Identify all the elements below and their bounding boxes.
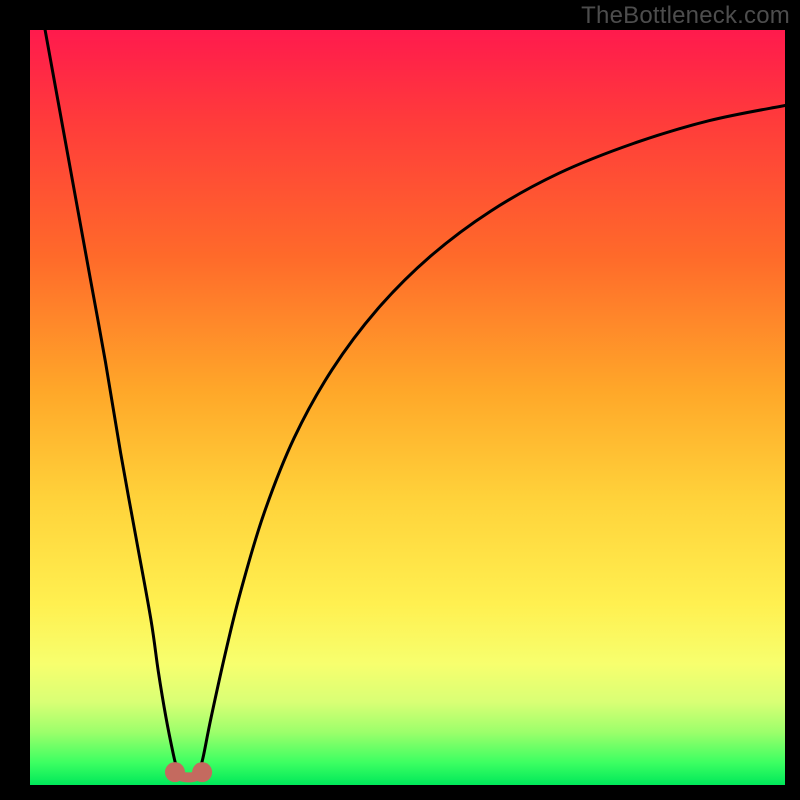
curve-right-branch	[200, 106, 785, 770]
watermark-text: TheBottleneck.com	[581, 2, 790, 30]
plot-area	[30, 30, 785, 785]
notch-marker-left	[165, 762, 185, 782]
bottleneck-curve	[30, 30, 785, 785]
curve-left-branch	[45, 30, 177, 770]
notch-marker-right	[192, 762, 212, 782]
chart-frame: TheBottleneck.com	[0, 0, 800, 800]
